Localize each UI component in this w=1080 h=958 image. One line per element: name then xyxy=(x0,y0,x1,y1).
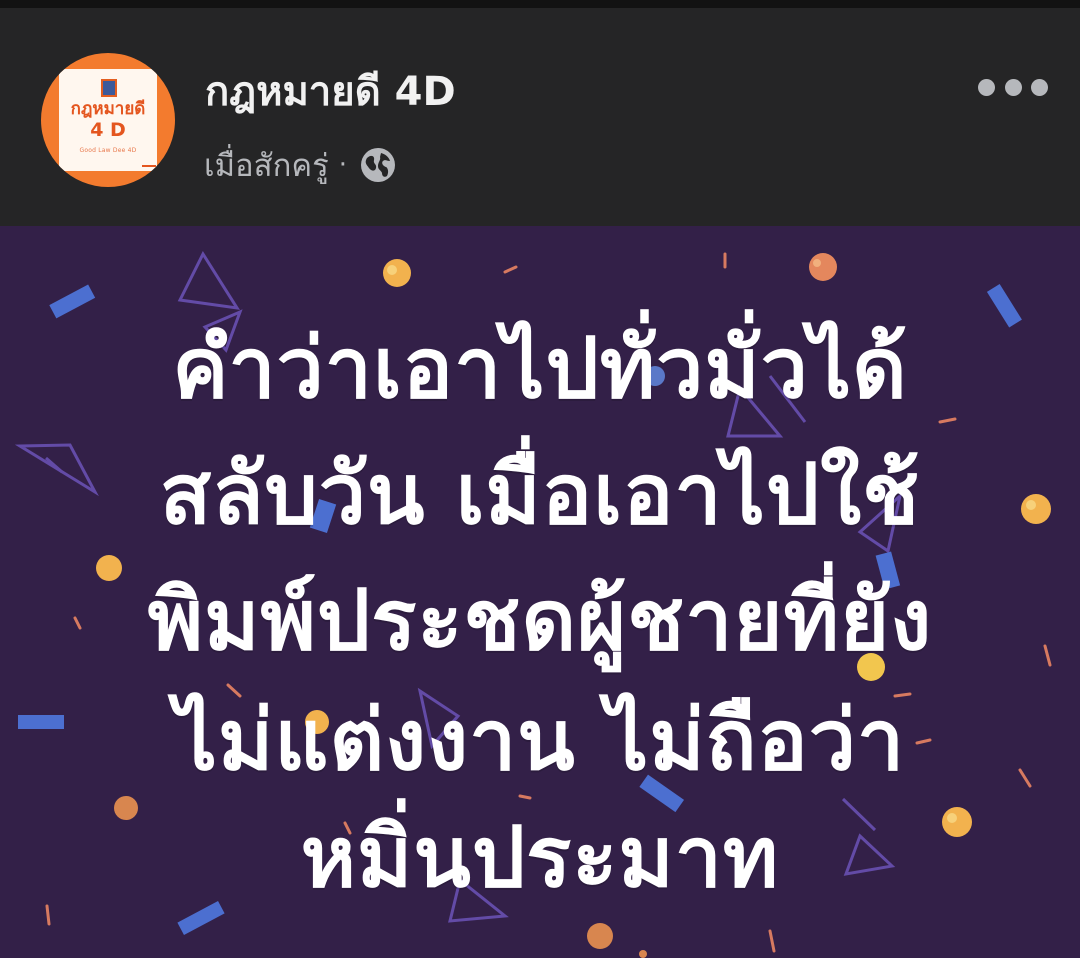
avatar-tagline: Good Law Dee 4D xyxy=(79,147,137,154)
more-dot-2 xyxy=(1004,78,1022,96)
avatar-subtitle: 4 D xyxy=(90,119,126,141)
more-dot-1 xyxy=(978,78,995,96)
post-header: กฎหมายดี 4 D Good Law Dee 4D กฎหมายดี 4D… xyxy=(0,8,1080,226)
image-text-line-2: สลับวัน เมื่อเอาไปใช้ xyxy=(159,445,921,543)
post-meta: เมื่อสักครู่ · xyxy=(204,143,397,187)
top-divider xyxy=(0,0,1080,8)
image-text-line-5: หมิ่นประมาท xyxy=(300,808,780,906)
more-dot-3 xyxy=(1031,78,1048,96)
avatar-title: กฎหมายดี xyxy=(70,99,146,119)
facebook-post: กฎหมายดี 4 D Good Law Dee 4D กฎหมายดี 4D… xyxy=(0,0,1080,958)
image-text-line-3: พิมพ์ประชดผู้ชายที่ยัง xyxy=(147,571,933,669)
book-icon xyxy=(101,79,117,97)
image-text-line-1: คำว่าเอาไปทั่วมั่วได้ xyxy=(172,319,908,417)
image-text-line-4: ไม่แต่งงาน ไม่ถือว่า xyxy=(174,691,906,789)
page-name-link[interactable]: กฎหมายดี 4D xyxy=(205,69,456,115)
meta-separator: · xyxy=(338,150,347,180)
scale-icon xyxy=(142,155,156,167)
post-timestamp[interactable]: เมื่อสักครู่ xyxy=(204,140,329,190)
page-avatar[interactable]: กฎหมายดี 4 D Good Law Dee 4D xyxy=(41,53,175,187)
globe-icon[interactable] xyxy=(359,146,397,184)
more-options-icon[interactable] xyxy=(978,74,1048,100)
post-image[interactable]: คำว่าเอาไปทั่วมั่วได้ สลับวัน เมื่อเอาไป… xyxy=(0,226,1080,958)
